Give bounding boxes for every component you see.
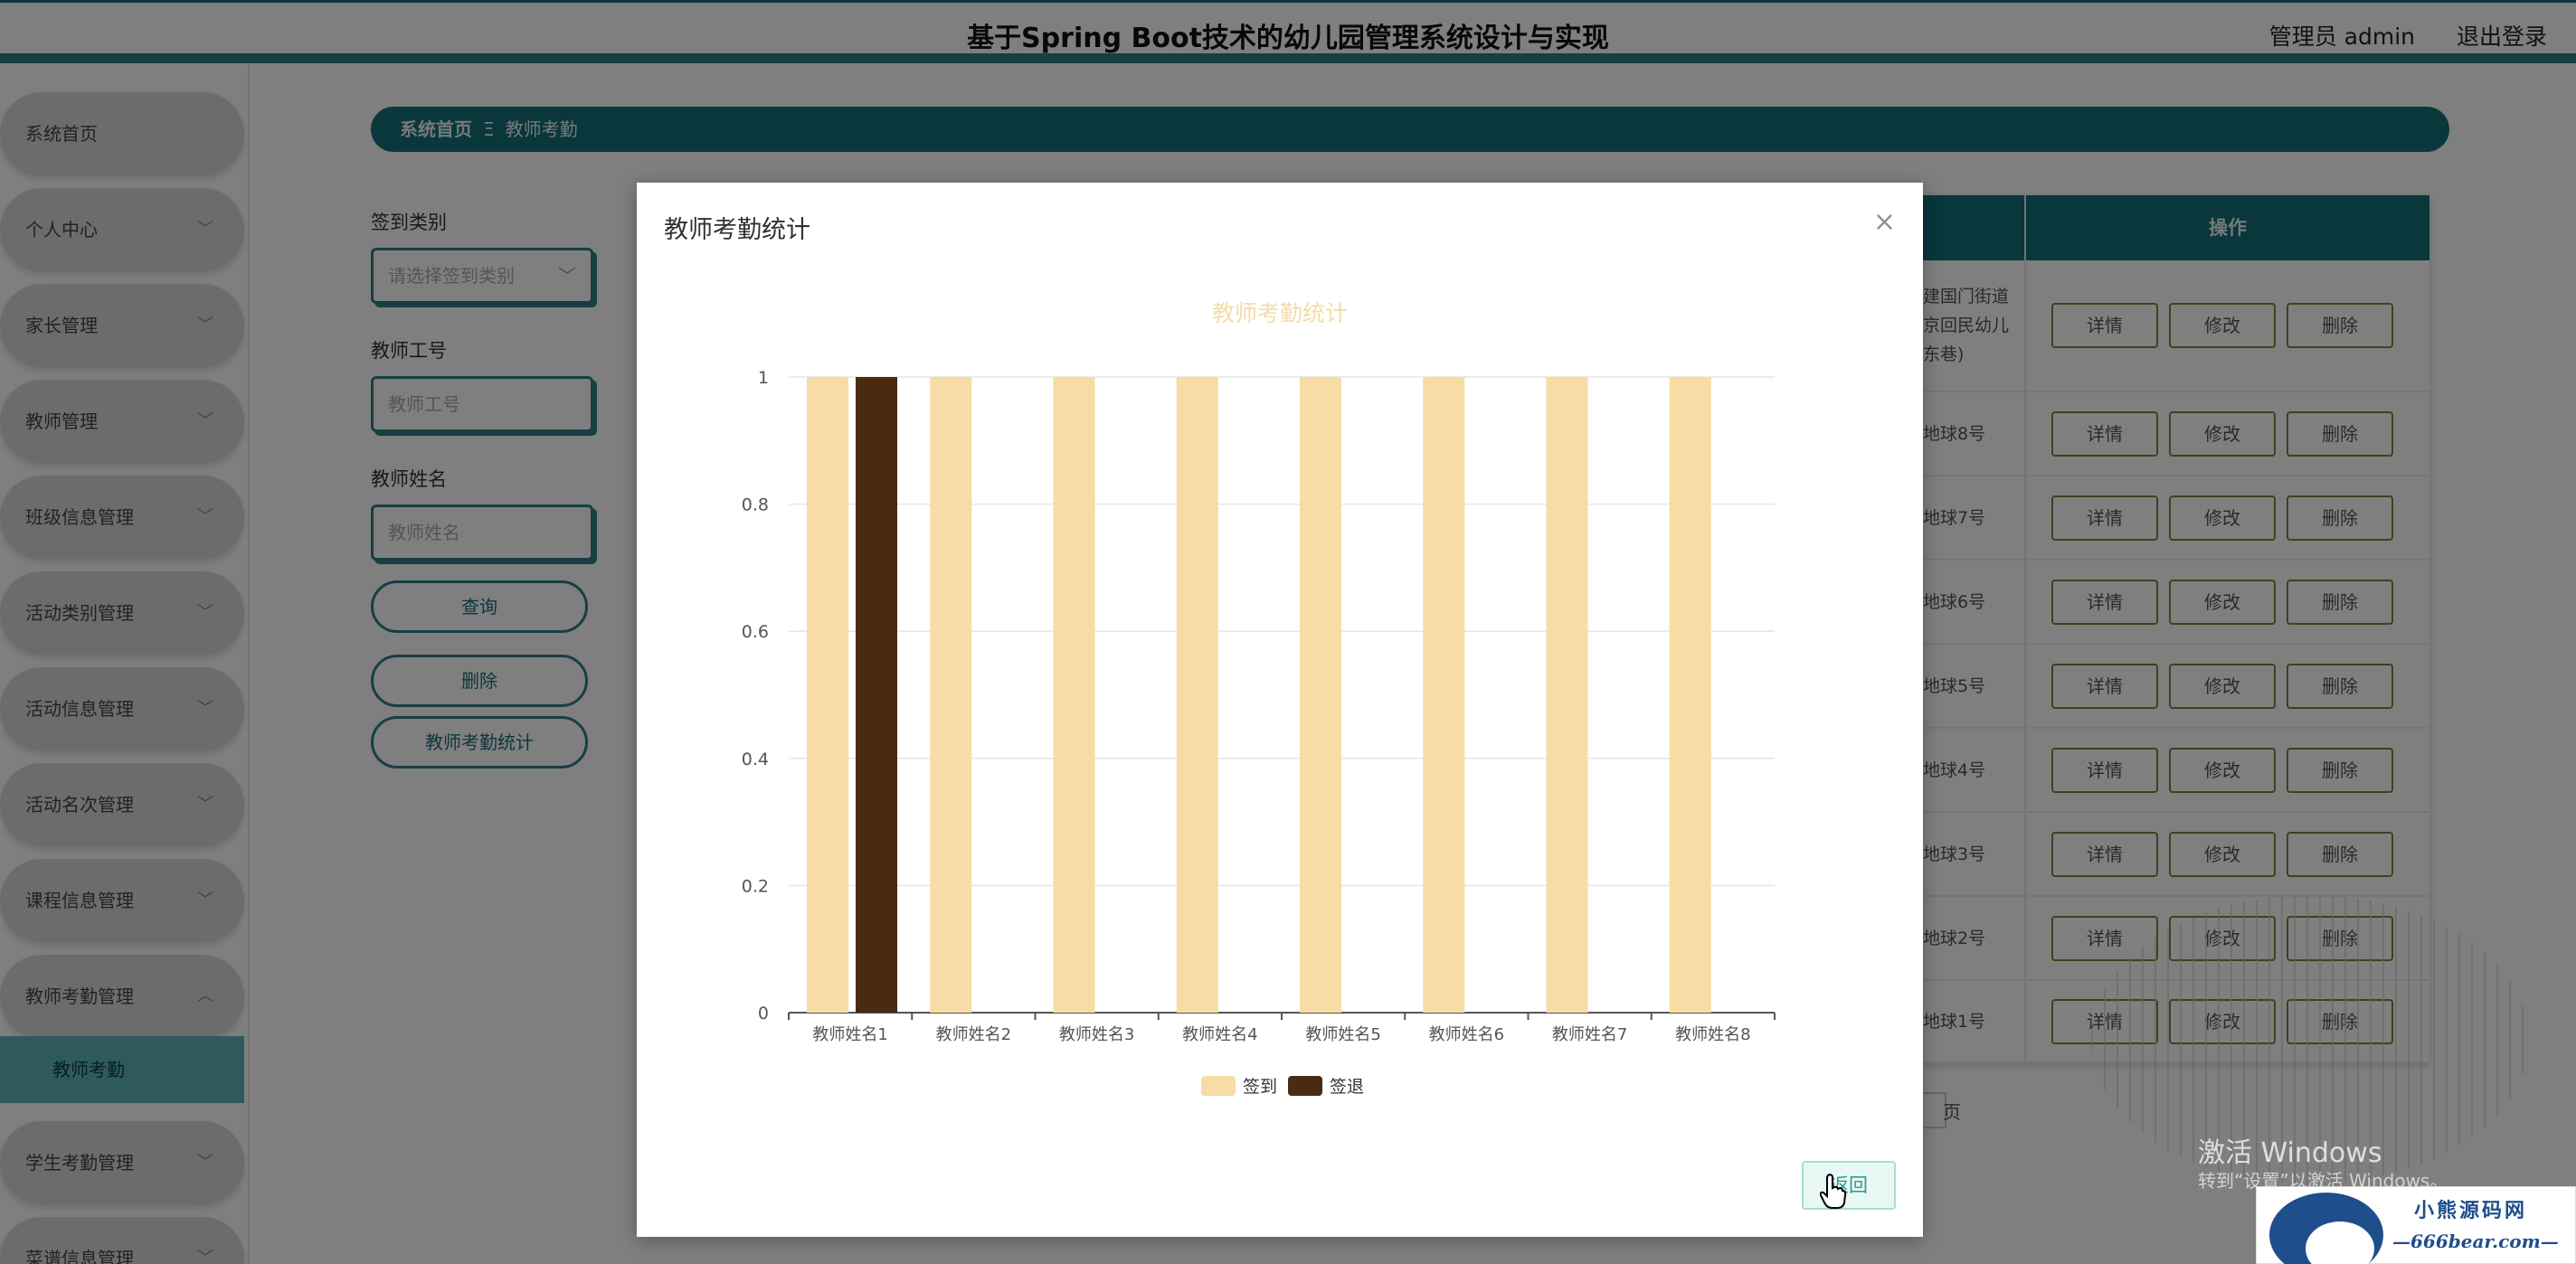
x-tick-label: 教师姓名5 xyxy=(1305,1025,1380,1044)
y-tick-label: 0.6 xyxy=(742,622,769,642)
chart-title: 教师考勤统计 xyxy=(1212,300,1348,326)
y-tick-label: 0.8 xyxy=(742,495,769,515)
bar-sign-in xyxy=(1669,377,1711,1013)
x-tick-label: 教师姓名7 xyxy=(1552,1025,1627,1044)
legend-label: 签退 xyxy=(1330,1077,1364,1097)
windows-watermark-title: 激活 Windows xyxy=(2198,1137,2382,1169)
bar-sign-in xyxy=(1176,377,1218,1013)
hand-cursor-icon xyxy=(1820,1174,1847,1209)
chart-bars xyxy=(807,377,1711,1013)
x-tick-label: 教师姓名8 xyxy=(1675,1025,1750,1044)
bar-sign-in xyxy=(930,377,972,1013)
bear-logo-icon xyxy=(2269,1193,2383,1264)
x-tick-label: 教师姓名1 xyxy=(812,1025,887,1044)
bar-sign-in xyxy=(1053,377,1095,1013)
legend-label: 签到 xyxy=(1243,1077,1277,1097)
legend-swatch xyxy=(1288,1076,1322,1096)
return-button[interactable]: 返回 xyxy=(1802,1161,1896,1210)
logo-domain: —666bear.com— xyxy=(2392,1231,2559,1252)
y-tick-label: 0.4 xyxy=(742,750,769,769)
chart-legend: 签到 签退 xyxy=(1201,1076,1364,1097)
x-tick-label: 教师姓名4 xyxy=(1182,1025,1257,1044)
attendance-chart: 教师考勤统计 00.20.40.60.81 教师姓名1 教师姓名2 教师姓名3 教师姓… xyxy=(742,300,1776,1097)
bar-sign-in xyxy=(1300,377,1341,1013)
bar-sign-out xyxy=(856,377,897,1013)
legend-swatch xyxy=(1201,1076,1236,1096)
x-tick-label: 教师姓名2 xyxy=(936,1025,1011,1044)
y-tick-label: 0.2 xyxy=(742,876,769,896)
x-tick-label: 教师姓名6 xyxy=(1429,1025,1504,1044)
chart-y-axis: 0 0.2 0.4 0.6 0.8 1 xyxy=(742,368,769,1023)
bar-sign-in xyxy=(1546,377,1588,1013)
bar-sign-in xyxy=(1423,377,1465,1013)
stats-dialog: 教师考勤统计 × 教师考勤统计 0 0.2 0.4 0.6 0.8 1 教师姓名1 教师姓名… xyxy=(637,183,1923,1237)
chart-x-axis: 教师姓名1 教师姓名2 教师姓名3 教师姓名4 教师姓名5 教师姓名6 教师姓名7 教师姓名8 xyxy=(788,1013,1776,1044)
site-logo: 小熊源码网 —666bear.com— xyxy=(2256,1186,2576,1264)
x-tick-label: 教师姓名3 xyxy=(1059,1025,1134,1044)
bar-sign-in xyxy=(807,377,848,1013)
y-tick-label: 0 xyxy=(758,1004,769,1023)
y-tick-label: 1 xyxy=(758,368,769,388)
logo-name: 小熊源码网 xyxy=(2414,1199,2528,1222)
